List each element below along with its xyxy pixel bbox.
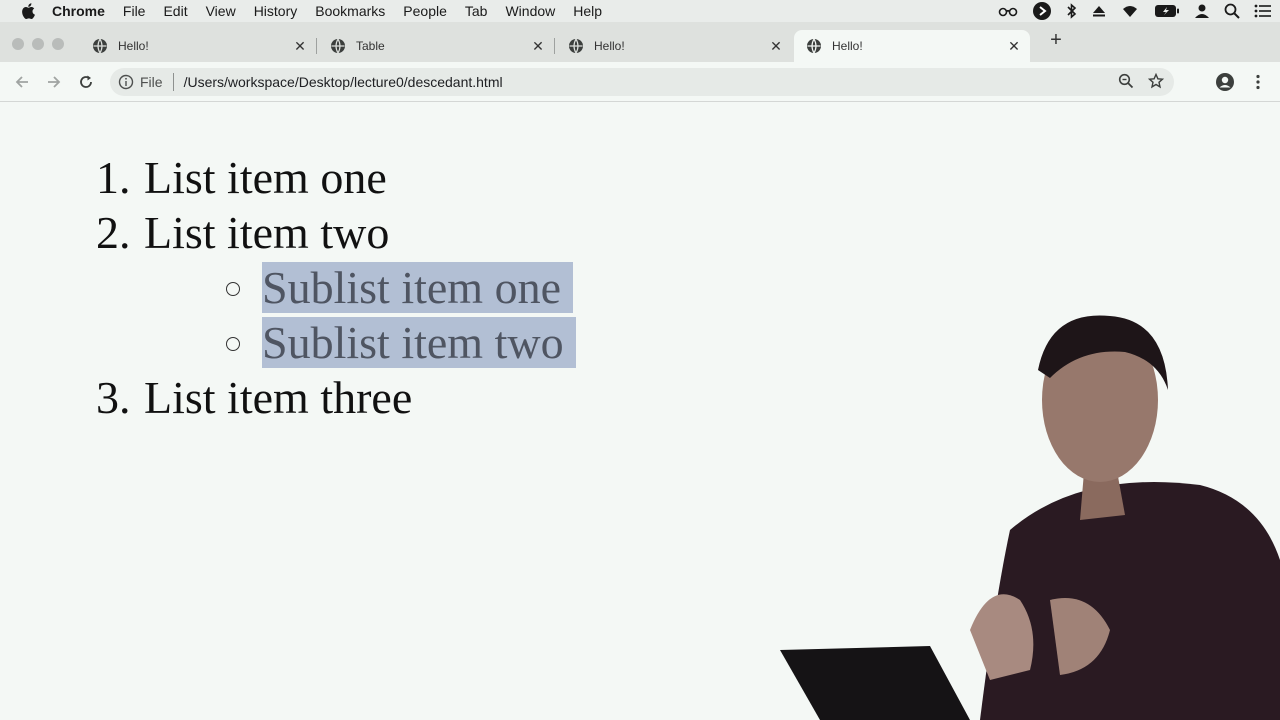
- globe-icon: [807, 38, 821, 54]
- reload-button[interactable]: [76, 72, 96, 92]
- circle-bullet-icon: [226, 282, 240, 297]
- user-icon[interactable]: [1194, 3, 1210, 19]
- glasses-icon[interactable]: [998, 5, 1018, 17]
- bookmark-star-icon[interactable]: [1147, 72, 1165, 92]
- tab-title: Hello!: [594, 39, 625, 53]
- wifi-icon[interactable]: [1120, 3, 1140, 19]
- close-tab-icon[interactable]: ✕: [768, 38, 784, 54]
- tab-title: Hello!: [118, 39, 149, 53]
- menu-bookmarks[interactable]: Bookmarks: [315, 3, 385, 19]
- list-item-text: List item three: [144, 372, 413, 423]
- menu-history[interactable]: History: [254, 3, 298, 19]
- menu-people[interactable]: People: [403, 3, 447, 19]
- list-item: 3. List item three: [96, 371, 412, 425]
- zoom-window-button[interactable]: [52, 38, 64, 50]
- apple-icon[interactable]: [18, 1, 38, 21]
- spotlight-search-icon[interactable]: [1224, 3, 1240, 19]
- presenter-video-overlay: [780, 315, 1280, 720]
- sublist-item-text[interactable]: Sublist item two: [262, 317, 576, 368]
- circle-bullet-icon: [226, 337, 240, 352]
- close-tab-icon[interactable]: ✕: [530, 38, 546, 54]
- menu-edit[interactable]: Edit: [163, 3, 187, 19]
- window-controls: [12, 38, 64, 50]
- url-divider: [172, 73, 174, 91]
- sublist-item: Sublist item one: [226, 261, 573, 315]
- profile-avatar-icon[interactable]: [1215, 72, 1235, 92]
- info-icon[interactable]: [118, 74, 134, 90]
- eject-icon[interactable]: [1092, 4, 1106, 18]
- tab-title: Hello!: [832, 39, 863, 53]
- zoom-icon[interactable]: [1118, 73, 1134, 92]
- reload-icon: [80, 75, 92, 88]
- list-item-text: List item one: [144, 152, 387, 203]
- menu-tab[interactable]: Tab: [465, 3, 488, 19]
- chrome-menu-icon[interactable]: [1250, 72, 1266, 92]
- minimize-window-button[interactable]: [32, 38, 44, 50]
- browser-toolbar: File /Users/workspace/Desktop/lecture0/d…: [0, 62, 1280, 102]
- menu-help[interactable]: Help: [573, 3, 602, 19]
- list-item-text: List item two: [144, 207, 390, 258]
- arrow-right-icon: [48, 76, 61, 88]
- close-window-button[interactable]: [12, 38, 24, 50]
- list-number: 2.: [96, 207, 131, 258]
- new-tab-button[interactable]: +: [1046, 29, 1066, 51]
- globe-icon: [331, 38, 345, 54]
- bluetooth-icon[interactable]: [1066, 3, 1078, 19]
- sublist-item: Sublist item two: [226, 316, 576, 370]
- tab-2[interactable]: Table ✕: [318, 30, 555, 62]
- tab-4-active[interactable]: Hello! ✕: [794, 30, 1030, 62]
- list-number: 3.: [96, 372, 131, 423]
- arrow-left-icon: [15, 76, 28, 88]
- close-tab-icon[interactable]: ✕: [292, 38, 308, 54]
- sublist-item-text[interactable]: Sublist item one: [262, 262, 573, 313]
- url-scheme-label: File: [140, 74, 163, 90]
- address-bar[interactable]: File /Users/workspace/Desktop/lecture0/d…: [110, 68, 1174, 96]
- list-item: 2. List item two: [96, 206, 389, 260]
- tab-title: Table: [356, 39, 385, 53]
- tab-1[interactable]: Hello! ✕: [80, 30, 317, 62]
- tab-strip: Hello! ✕ Table ✕ Hello! ✕ Hello! ✕: [0, 22, 1280, 62]
- menu-file[interactable]: File: [123, 3, 146, 19]
- status-icons: [998, 0, 1272, 22]
- menu-bar: Chrome File Edit View History Bookmarks …: [0, 0, 1280, 22]
- menu-chrome[interactable]: Chrome: [52, 3, 105, 19]
- menu-window[interactable]: Window: [505, 3, 555, 19]
- notification-center-icon[interactable]: [1254, 4, 1272, 18]
- forward-button[interactable]: [44, 72, 64, 92]
- globe-icon: [569, 38, 583, 54]
- back-button[interactable]: [12, 72, 32, 92]
- list-item: 1. List item one: [96, 151, 387, 205]
- globe-icon: [93, 38, 107, 54]
- menu-view[interactable]: View: [206, 3, 236, 19]
- tab-3[interactable]: Hello! ✕: [556, 30, 792, 62]
- play-circle-icon[interactable]: [1032, 1, 1052, 21]
- battery-icon[interactable]: [1154, 4, 1180, 18]
- list-number: 1.: [96, 152, 131, 203]
- close-tab-icon[interactable]: ✕: [1006, 38, 1022, 54]
- url-text[interactable]: /Users/workspace/Desktop/lecture0/desced…: [184, 74, 1118, 90]
